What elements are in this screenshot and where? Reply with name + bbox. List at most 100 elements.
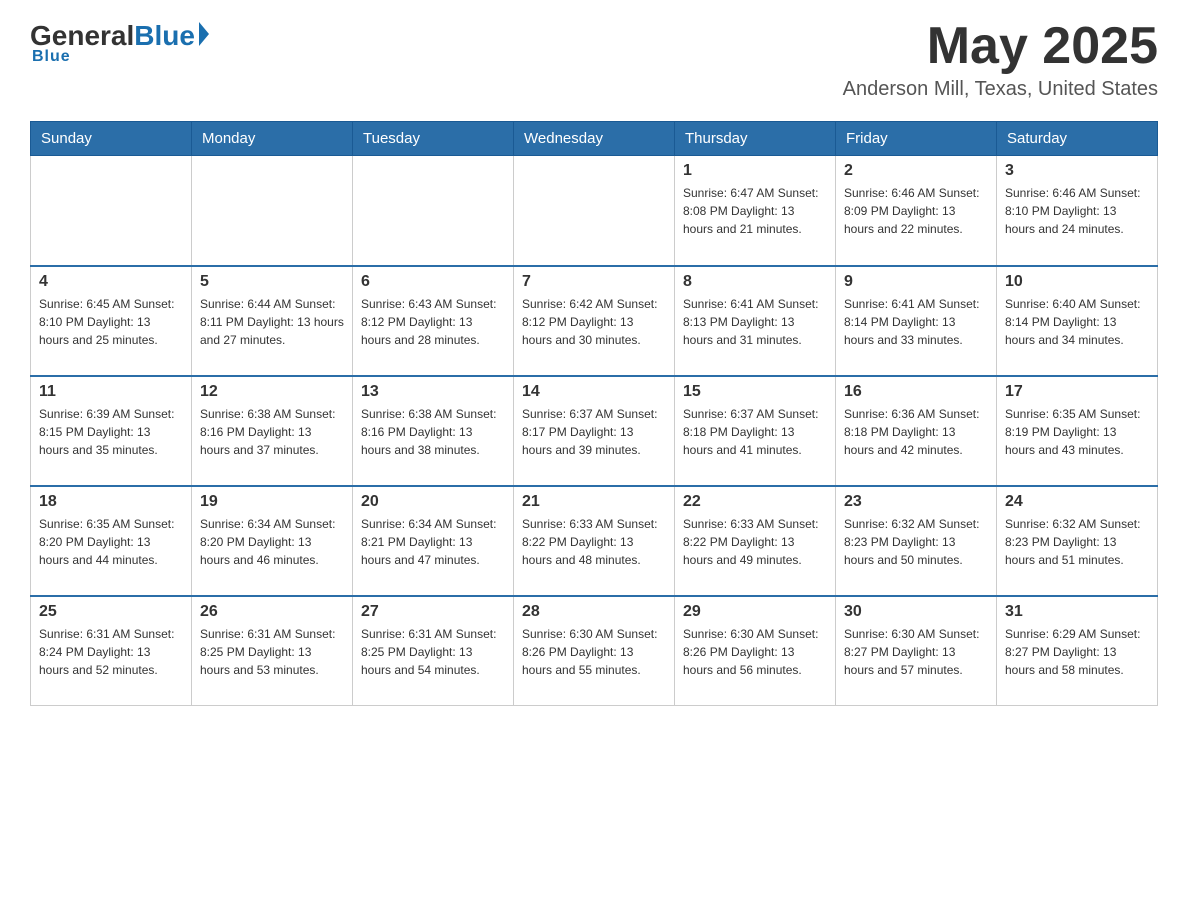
day-info: Sunrise: 6:33 AM Sunset: 8:22 PM Dayligh… — [522, 515, 666, 569]
day-info: Sunrise: 6:38 AM Sunset: 8:16 PM Dayligh… — [361, 405, 505, 459]
table-row: 23 Sunrise: 6:32 AM Sunset: 8:23 PM Dayli… — [836, 486, 997, 596]
day-info: Sunrise: 6:42 AM Sunset: 8:12 PM Dayligh… — [522, 295, 666, 349]
day-info: Sunrise: 6:40 AM Sunset: 8:14 PM Dayligh… — [1005, 295, 1149, 349]
table-row: 27Sunrise: 6:31 AM Sunset: 8:25 PM Dayli… — [353, 596, 514, 706]
col-thursday: Thursday — [675, 122, 836, 156]
table-row: 15 Sunrise: 6:37 AM Sunset: 8:18 PM Dayli… — [675, 376, 836, 486]
table-row: 24 Sunrise: 6:32 AM Sunset: 8:23 PM Dayli… — [997, 486, 1158, 596]
day-number: 9 — [844, 273, 988, 291]
table-row: 11Sunrise: 6:39 AM Sunset: 8:15 PM Dayli… — [31, 376, 192, 486]
logo-arrow-icon — [199, 22, 209, 46]
col-saturday: Saturday — [997, 122, 1158, 156]
day-number: 11 — [39, 383, 183, 401]
logo-underline: Blue — [32, 48, 71, 66]
month-year-title: May 2025 — [843, 20, 1158, 72]
table-row: 31Sunrise: 6:29 AM Sunset: 8:27 PM Dayli… — [997, 596, 1158, 706]
calendar-row-3: 11Sunrise: 6:39 AM Sunset: 8:15 PM Dayli… — [31, 376, 1158, 486]
col-sunday: Sunday — [31, 122, 192, 156]
day-number: 28 — [522, 603, 666, 621]
table-row: 18 Sunrise: 6:35 AM Sunset: 8:20 PM Dayli… — [31, 486, 192, 596]
table-row — [353, 156, 514, 266]
day-number: 14 — [522, 383, 666, 401]
table-row: 16Sunrise: 6:36 AM Sunset: 8:18 PM Dayli… — [836, 376, 997, 486]
day-number: 17 — [1005, 383, 1149, 401]
col-friday: Friday — [836, 122, 997, 156]
day-number: 8 — [683, 273, 827, 291]
day-number: 18 — [39, 493, 183, 511]
table-row: 21Sunrise: 6:33 AM Sunset: 8:22 PM Dayli… — [514, 486, 675, 596]
table-row: 20Sunrise: 6:34 AM Sunset: 8:21 PM Dayli… — [353, 486, 514, 596]
table-row: 3 Sunrise: 6:46 AM Sunset: 8:10 PM Daylig… — [997, 156, 1158, 266]
day-info: Sunrise: 6:36 AM Sunset: 8:18 PM Dayligh… — [844, 405, 988, 459]
day-number: 5 — [200, 273, 344, 291]
logo: General Blue Blue — [30, 20, 209, 66]
day-info: Sunrise: 6:43 AM Sunset: 8:12 PM Dayligh… — [361, 295, 505, 349]
day-info: Sunrise: 6:46 AM Sunset: 8:09 PM Dayligh… — [844, 184, 988, 238]
day-number: 15 — [683, 383, 827, 401]
logo-blue-text: Blue — [134, 20, 195, 52]
location-subtitle: Anderson Mill, Texas, United States — [843, 78, 1158, 101]
day-number: 26 — [200, 603, 344, 621]
day-info: Sunrise: 6:37 AM Sunset: 8:17 PM Dayligh… — [522, 405, 666, 459]
day-info: Sunrise: 6:47 AM Sunset: 8:08 PM Dayligh… — [683, 184, 827, 238]
day-info: Sunrise: 6:38 AM Sunset: 8:16 PM Dayligh… — [200, 405, 344, 459]
day-info: Sunrise: 6:29 AM Sunset: 8:27 PM Dayligh… — [1005, 625, 1149, 679]
table-row — [31, 156, 192, 266]
table-row: 5 Sunrise: 6:44 AM Sunset: 8:11 PM Daylig… — [192, 266, 353, 376]
day-number: 23 — [844, 493, 988, 511]
table-row: 28 Sunrise: 6:30 AM Sunset: 8:26 PM Dayli… — [514, 596, 675, 706]
table-row — [514, 156, 675, 266]
table-row: 2 Sunrise: 6:46 AM Sunset: 8:09 PM Daylig… — [836, 156, 997, 266]
table-row: 26 Sunrise: 6:31 AM Sunset: 8:25 PM Dayli… — [192, 596, 353, 706]
day-number: 1 — [683, 162, 827, 180]
day-number: 19 — [200, 493, 344, 511]
day-info: Sunrise: 6:30 AM Sunset: 8:26 PM Dayligh… — [522, 625, 666, 679]
day-info: Sunrise: 6:31 AM Sunset: 8:25 PM Dayligh… — [361, 625, 505, 679]
table-row: 10 Sunrise: 6:40 AM Sunset: 8:14 PM Dayli… — [997, 266, 1158, 376]
table-row: 29 Sunrise: 6:30 AM Sunset: 8:26 PM Dayli… — [675, 596, 836, 706]
calendar-table: Sunday Monday Tuesday Wednesday Thursday… — [30, 121, 1158, 706]
page-header: General Blue Blue May 2025 Anderson Mill… — [30, 20, 1158, 101]
table-row: 9 Sunrise: 6:41 AM Sunset: 8:14 PM Daylig… — [836, 266, 997, 376]
day-info: Sunrise: 6:31 AM Sunset: 8:24 PM Dayligh… — [39, 625, 183, 679]
day-info: Sunrise: 6:35 AM Sunset: 8:19 PM Dayligh… — [1005, 405, 1149, 459]
day-info: Sunrise: 6:41 AM Sunset: 8:14 PM Dayligh… — [844, 295, 988, 349]
day-info: Sunrise: 6:44 AM Sunset: 8:11 PM Dayligh… — [200, 295, 344, 349]
day-number: 2 — [844, 162, 988, 180]
day-number: 25 — [39, 603, 183, 621]
day-number: 24 — [1005, 493, 1149, 511]
table-row: 14 Sunrise: 6:37 AM Sunset: 8:17 PM Dayli… — [514, 376, 675, 486]
day-number: 20 — [361, 493, 505, 511]
day-number: 22 — [683, 493, 827, 511]
day-info: Sunrise: 6:30 AM Sunset: 8:26 PM Dayligh… — [683, 625, 827, 679]
table-row: 25 Sunrise: 6:31 AM Sunset: 8:24 PM Dayli… — [31, 596, 192, 706]
table-row: 19 Sunrise: 6:34 AM Sunset: 8:20 PM Dayli… — [192, 486, 353, 596]
day-info: Sunrise: 6:32 AM Sunset: 8:23 PM Dayligh… — [844, 515, 988, 569]
day-number: 12 — [200, 383, 344, 401]
table-row: 4Sunrise: 6:45 AM Sunset: 8:10 PM Daylig… — [31, 266, 192, 376]
table-row: 30Sunrise: 6:30 AM Sunset: 8:27 PM Dayli… — [836, 596, 997, 706]
day-number: 13 — [361, 383, 505, 401]
day-info: Sunrise: 6:32 AM Sunset: 8:23 PM Dayligh… — [1005, 515, 1149, 569]
calendar-row-4: 18 Sunrise: 6:35 AM Sunset: 8:20 PM Dayli… — [31, 486, 1158, 596]
calendar-row-2: 4Sunrise: 6:45 AM Sunset: 8:10 PM Daylig… — [31, 266, 1158, 376]
table-row — [192, 156, 353, 266]
logo-blue-part: Blue — [134, 20, 209, 52]
table-row: 7Sunrise: 6:42 AM Sunset: 8:12 PM Daylig… — [514, 266, 675, 376]
table-row: 6Sunrise: 6:43 AM Sunset: 8:12 PM Daylig… — [353, 266, 514, 376]
table-row: 1 Sunrise: 6:47 AM Sunset: 8:08 PM Daylig… — [675, 156, 836, 266]
day-info: Sunrise: 6:33 AM Sunset: 8:22 PM Dayligh… — [683, 515, 827, 569]
day-info: Sunrise: 6:34 AM Sunset: 8:20 PM Dayligh… — [200, 515, 344, 569]
day-number: 29 — [683, 603, 827, 621]
title-section: May 2025 Anderson Mill, Texas, United St… — [843, 20, 1158, 101]
table-row: 22 Sunrise: 6:33 AM Sunset: 8:22 PM Dayli… — [675, 486, 836, 596]
day-number: 3 — [1005, 162, 1149, 180]
day-info: Sunrise: 6:30 AM Sunset: 8:27 PM Dayligh… — [844, 625, 988, 679]
day-info: Sunrise: 6:46 AM Sunset: 8:10 PM Dayligh… — [1005, 184, 1149, 238]
day-number: 4 — [39, 273, 183, 291]
calendar-header-row: Sunday Monday Tuesday Wednesday Thursday… — [31, 122, 1158, 156]
day-info: Sunrise: 6:31 AM Sunset: 8:25 PM Dayligh… — [200, 625, 344, 679]
day-info: Sunrise: 6:35 AM Sunset: 8:20 PM Dayligh… — [39, 515, 183, 569]
day-number: 10 — [1005, 273, 1149, 291]
day-info: Sunrise: 6:37 AM Sunset: 8:18 PM Dayligh… — [683, 405, 827, 459]
